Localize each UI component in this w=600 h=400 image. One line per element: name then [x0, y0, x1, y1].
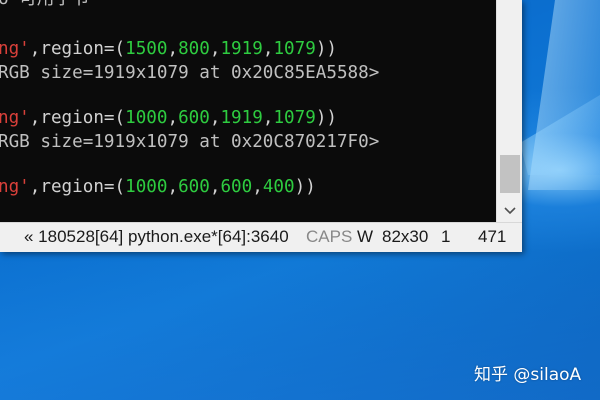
status-column: 1: [441, 227, 451, 246]
console-window[interactable]: 6 可用字节 ng',region=(1500,800,1919,1079)) …: [0, 0, 522, 252]
status-bar: « 180528[64] python.exe*[64]:3640 CAPS W…: [0, 222, 522, 252]
console-line: 6 可用字节: [0, 0, 90, 11]
status-row: 471: [478, 227, 507, 246]
status-caps-indicator: CAPS: [306, 227, 353, 246]
console-line: ng',region=(1000,600,1919,1079)): [0, 108, 337, 128]
wallpaper-light-beam: [528, 0, 600, 190]
chevron-down-icon: [504, 200, 516, 219]
scrollbar-thumb[interactable]: [500, 155, 520, 193]
console-line: RGB size=1919x1079 at 0x20C870217F0>: [0, 132, 380, 152]
watermark: 知乎 @silaoA: [474, 365, 582, 385]
console-line: ng',region=(1000,600,600,400)): [0, 177, 316, 197]
console-output[interactable]: 6 可用字节 ng',region=(1500,800,1919,1079)) …: [0, 0, 496, 222]
status-mode: W: [357, 227, 374, 246]
status-console-size: 82x30: [382, 227, 429, 246]
vertical-scrollbar[interactable]: [496, 0, 522, 222]
wallpaper-light-beam: [520, 95, 600, 175]
status-process[interactable]: « 180528[64] python.exe*[64]:3640: [24, 227, 289, 247]
console-line: ng',region=(1500,800,1919,1079)): [0, 39, 337, 59]
console-line: RGB size=1919x1079 at 0x20C85EA5588>: [0, 63, 380, 83]
scroll-down-button[interactable]: [497, 198, 523, 220]
